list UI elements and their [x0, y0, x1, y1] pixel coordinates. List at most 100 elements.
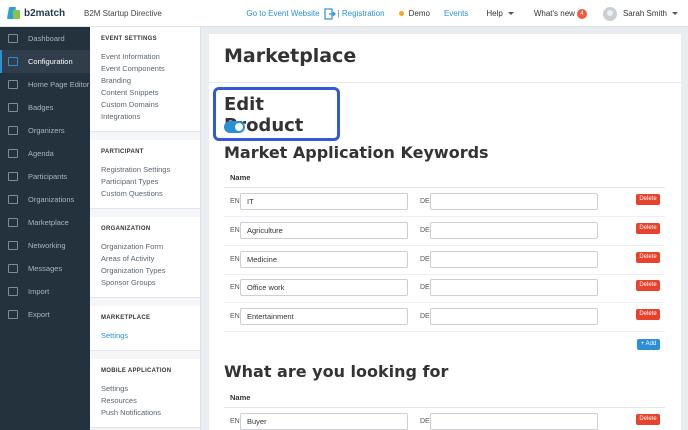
keyword-de-input[interactable]: [430, 308, 598, 326]
looking-for-section-title: What are you looking for: [224, 362, 449, 381]
whats-new-button[interactable]: What's new 4: [533, 8, 587, 19]
settings-item-organization-types[interactable]: Organization Types: [101, 265, 189, 277]
settings-item-event-information[interactable]: Event Information: [101, 51, 189, 63]
edit-product-toggle[interactable]: [224, 121, 245, 133]
user-menu[interactable]: Sarah Smith: [602, 6, 678, 21]
delete-button[interactable]: Delete: [636, 280, 660, 292]
sidebar-item-organizers[interactable]: Organizers: [0, 119, 90, 142]
settings-item-sponsor-groups[interactable]: Sponsor Groups: [101, 277, 189, 289]
sidebar-item-agenda[interactable]: Agenda: [0, 142, 90, 165]
settings-group-title: PARTICIPANT: [101, 149, 144, 155]
settings-item-content-snippets[interactable]: Content Snippets: [101, 87, 189, 99]
logo[interactable]: b2match: [0, 7, 90, 19]
settings-item-participant-types[interactable]: Participant Types: [101, 176, 189, 188]
delete-button[interactable]: Delete: [636, 309, 660, 321]
badges-icon: [8, 103, 18, 112]
settings-group-title: MOBILE APPLICATION: [101, 368, 172, 374]
delete-button[interactable]: Delete: [636, 414, 660, 425]
settings-group-event-settings: EVENT SETTINGS Event Information Event Com…: [90, 27, 200, 132]
agenda-icon: [8, 149, 18, 158]
organizations-icon: [8, 195, 18, 204]
networking-icon: [8, 241, 18, 250]
chevron-down-icon: [507, 12, 514, 15]
sidebar-item-badges[interactable]: Badges: [0, 96, 90, 119]
table-row: EN DE Delete: [224, 409, 665, 430]
keyword-de-input[interactable]: [430, 221, 598, 239]
settings-item-organization-form[interactable]: Organization Form: [101, 241, 189, 253]
keyword-en-input[interactable]: [240, 221, 408, 239]
delete-button[interactable]: Delete: [636, 194, 660, 205]
settings-item-custom-domains[interactable]: Custom Domains: [101, 99, 189, 111]
keyword-de-input[interactable]: [430, 193, 598, 210]
sidebar-item-home-page-editor[interactable]: Home Page Editor: [0, 73, 90, 96]
configuration-icon: [8, 57, 18, 66]
sidebar-item-export[interactable]: Export: [0, 303, 90, 326]
main-content: Marketplace Edit Product Market Applicat…: [209, 34, 681, 430]
sidebar-item-import[interactable]: Import: [0, 280, 90, 303]
sidebar-item-label: Organizations: [28, 195, 75, 204]
table-row: EN DE Delete: [224, 304, 665, 333]
keyword-en-input[interactable]: [240, 279, 408, 297]
add-keyword-button[interactable]: + Add: [637, 339, 660, 350]
demo-status[interactable]: Demo: [398, 9, 430, 18]
sidebar-item-messages[interactable]: Messages: [0, 257, 90, 280]
de-label: DE: [420, 284, 430, 292]
de-label: DE: [420, 313, 430, 321]
settings-item-push-notifications[interactable]: Push Notifications: [101, 407, 189, 419]
sidebar-item-label: Export: [28, 310, 50, 319]
marketplace-icon: [8, 218, 18, 227]
sidebar-item-participants[interactable]: Participants: [0, 165, 90, 188]
settings-group-participant: PARTICIPANT Registration Settings Particip…: [90, 140, 200, 209]
registration-link[interactable]: | Registration: [338, 9, 385, 18]
demo-label: Demo: [408, 9, 430, 18]
de-label: DE: [420, 255, 430, 263]
keyword-de-input[interactable]: [430, 279, 598, 297]
sidebar: Dashboard Configuration Home Page Editor Ba…: [0, 27, 90, 430]
settings-item-resources[interactable]: Resources: [101, 395, 189, 407]
settings-item-custom-questions[interactable]: Custom Questions: [101, 188, 189, 200]
organizers-icon: [8, 126, 18, 135]
sidebar-item-label: Messages: [28, 264, 63, 273]
sidebar-item-configuration[interactable]: Configuration: [0, 50, 90, 73]
events-link[interactable]: Events: [444, 9, 468, 18]
top-bar: b2match B2M Startup Directive Go to Even…: [0, 0, 688, 27]
keyword-de-input[interactable]: [430, 250, 598, 268]
settings-menu: EVENT SETTINGS Event Information Event Com…: [90, 27, 201, 430]
delete-button[interactable]: Delete: [636, 251, 660, 263]
go-to-event-website-link[interactable]: Go to Event Website | Registration: [246, 7, 385, 20]
settings-item-areas-of-activity[interactable]: Areas of Activity: [101, 253, 189, 265]
sidebar-item-dashboard[interactable]: Dashboard: [0, 27, 90, 50]
de-label: DE: [420, 198, 430, 205]
keyword-en-input[interactable]: [240, 250, 408, 268]
export-icon: [8, 310, 18, 319]
settings-group-mobile-application: MOBILE APPLICATION Settings Resources Push …: [90, 359, 200, 428]
help-label: Help: [486, 9, 503, 18]
keyword-en-input[interactable]: [240, 308, 408, 326]
messages-icon: [8, 264, 18, 273]
sidebar-item-label: Participants: [28, 172, 68, 181]
sidebar-item-label: Badges: [28, 103, 54, 112]
settings-item-settings[interactable]: Settings: [101, 330, 189, 342]
page-title: Marketplace: [224, 45, 357, 67]
keyword-de-input[interactable]: [430, 413, 598, 430]
sidebar-item-marketplace[interactable]: Marketplace: [0, 211, 90, 234]
help-menu[interactable]: Help: [486, 9, 514, 18]
user-name: Sarah Smith: [622, 9, 667, 18]
settings-item-integrations[interactable]: Integrations: [101, 111, 189, 123]
whats-new-label: What's new: [533, 9, 575, 18]
logo-text: b2match: [24, 7, 66, 19]
en-label: EN: [230, 418, 240, 425]
delete-button[interactable]: Delete: [636, 222, 660, 234]
keyword-en-input[interactable]: [240, 413, 408, 430]
settings-item-settings[interactable]: Settings: [101, 383, 189, 395]
de-label: DE: [420, 418, 430, 425]
event-title: B2M Startup Directive: [84, 8, 162, 18]
keyword-en-input[interactable]: [240, 193, 408, 210]
settings-item-event-components[interactable]: Event Components: [101, 63, 189, 75]
sidebar-item-organizations[interactable]: Organizations: [0, 188, 90, 211]
settings-item-registration-settings[interactable]: Registration Settings: [101, 164, 189, 176]
sidebar-item-networking[interactable]: Networking: [0, 234, 90, 257]
sidebar-item-label: Import: [28, 287, 50, 296]
settings-item-branding[interactable]: Branding: [101, 75, 189, 87]
en-label: EN: [230, 226, 240, 234]
